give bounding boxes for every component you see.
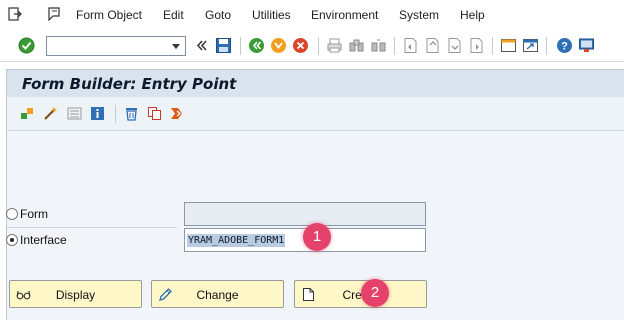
double-chevron-left-icon[interactable] [193, 37, 210, 54]
back-icon[interactable] [248, 37, 265, 54]
toolbar-separator [394, 37, 395, 55]
toolbar-separator [546, 37, 547, 55]
step-marker-1: 1 [303, 223, 331, 251]
menu-form-object[interactable]: Form Object [76, 8, 142, 22]
other-object-icon[interactable] [20, 106, 35, 121]
title-bar: Form Builder: Entry Point [6, 69, 624, 97]
menu-utilities[interactable]: Utilities [252, 8, 291, 22]
form-radio-label: Form [20, 207, 48, 221]
print-icon[interactable] [326, 37, 343, 54]
interface-radio-label: Interface [20, 233, 67, 247]
cancel-icon[interactable] [292, 37, 309, 54]
form-radio-button[interactable] [6, 208, 18, 220]
copy-icon[interactable] [147, 106, 162, 121]
rename-icon[interactable] [170, 106, 185, 121]
menu-goto[interactable]: Goto [205, 8, 231, 22]
menu-system[interactable]: System [399, 8, 439, 22]
change-button-label: Change [196, 288, 239, 302]
menu-help[interactable]: Help [460, 8, 485, 22]
where-used-icon[interactable] [67, 106, 82, 121]
previous-page-icon[interactable] [424, 37, 441, 54]
menu-bar: Form Object Edit Goto Utilities Environm… [0, 0, 624, 30]
interface-name-value[interactable]: YRAM_ADOBE_FORM1 [187, 234, 286, 247]
exit-circle-icon[interactable] [270, 37, 287, 54]
create-session-icon[interactable] [500, 37, 517, 54]
interface-radio-button[interactable] [6, 234, 18, 246]
svg-text:?: ? [561, 41, 568, 53]
form-name-field [184, 202, 426, 226]
application-toolbar [6, 97, 624, 131]
info-icon[interactable] [90, 106, 105, 121]
next-page-icon[interactable] [446, 37, 463, 54]
help-icon[interactable]: ? [556, 37, 573, 54]
last-page-icon[interactable] [468, 37, 485, 54]
sap-menu-icon[interactable] [47, 7, 61, 21]
menu-environment[interactable]: Environment [311, 8, 378, 22]
step-marker-2: 2 [361, 279, 389, 307]
first-page-icon[interactable] [402, 37, 419, 54]
toolbar-separator [492, 37, 493, 55]
save-icon[interactable] [215, 37, 232, 54]
command-field[interactable] [46, 36, 186, 56]
enter-check-icon[interactable] [18, 37, 35, 54]
divider [6, 227, 177, 228]
exit-icon[interactable] [8, 7, 22, 21]
chevron-down-icon[interactable] [169, 39, 183, 53]
menu-edit[interactable]: Edit [163, 8, 184, 22]
toolbar-separator [240, 37, 241, 55]
shortcut-icon[interactable] [522, 37, 539, 54]
standard-toolbar: ? [0, 30, 624, 62]
toolbar-separator [115, 105, 116, 123]
display-button-label: Display [55, 288, 96, 302]
toolbar-separator [318, 37, 319, 55]
display-button[interactable]: Display [9, 280, 142, 308]
customize-layout-icon[interactable] [578, 37, 595, 54]
magic-wand-icon[interactable] [43, 106, 58, 121]
find-icon[interactable] [348, 37, 365, 54]
page-title: Form Builder: Entry Point [22, 75, 237, 93]
find-next-icon[interactable] [370, 37, 387, 54]
change-button[interactable]: Change [151, 280, 284, 308]
delete-icon[interactable] [124, 106, 139, 121]
